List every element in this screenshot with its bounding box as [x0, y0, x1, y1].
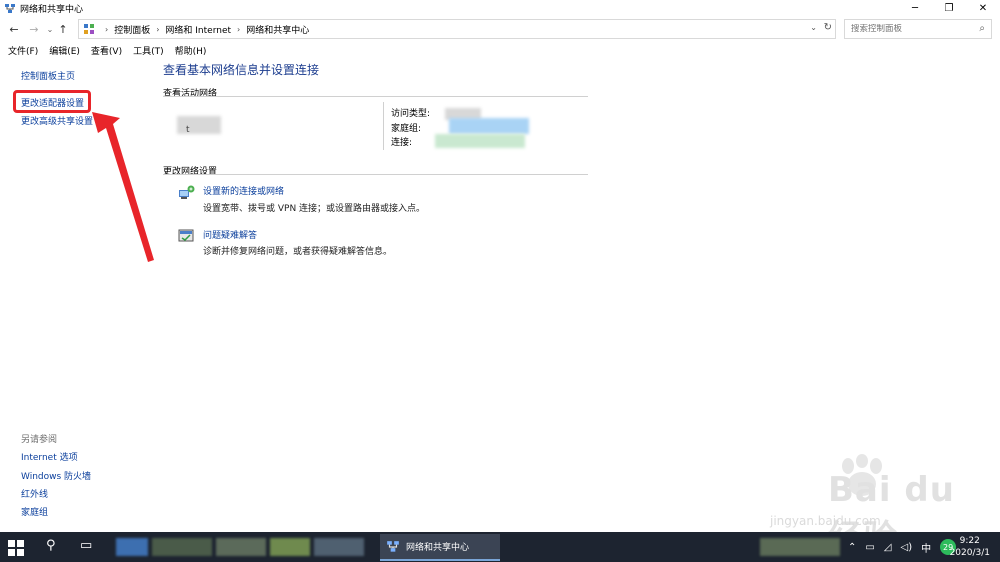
pinned-app-icon[interactable] — [270, 538, 310, 556]
menu-view[interactable]: 查看(V) — [91, 44, 122, 57]
internet-options-link[interactable]: Internet 选项 — [21, 450, 78, 463]
breadcrumb-separator-icon: › — [156, 24, 160, 34]
breadcrumb-control-panel[interactable]: 控制面板 — [114, 23, 150, 36]
windows-start-icon[interactable] — [8, 540, 24, 556]
address-row: ← → ⌄ ↑ › 控制面板 › 网络和 Internet › 网络和共享中心 … — [0, 19, 1000, 39]
change-settings-heading: 更改网络设置 — [163, 167, 218, 177]
address-dropdown-icon[interactable]: ⌄ — [810, 23, 817, 32]
taskbar: ⚲ ▭ 网络和共享中心 ⌃ ▭ ◿ ◁) 中 29 9:22 2020/3/1 — [0, 532, 1000, 562]
menu-edit[interactable]: 编辑(E) — [49, 44, 80, 57]
see-also-heading: 另请参阅 — [21, 435, 58, 445]
divider — [383, 102, 384, 150]
pinned-app-icon[interactable] — [216, 538, 266, 556]
pinned-app-icon[interactable] — [314, 538, 364, 556]
recent-locations-button[interactable]: ⌄ — [44, 19, 56, 39]
volume-icon[interactable]: ◁) — [901, 542, 913, 553]
menu-help[interactable]: 帮助(H) — [175, 44, 207, 57]
breadcrumb-separator-icon: › — [105, 24, 109, 34]
refresh-icon[interactable]: ↻ — [824, 22, 832, 33]
infrared-link[interactable]: 红外线 — [21, 487, 48, 500]
taskbar-active-window[interactable]: 网络和共享中心 — [380, 534, 500, 561]
troubleshoot-icon — [178, 229, 194, 242]
blurred-connection-value — [435, 134, 525, 148]
input-method-icon[interactable]: 中 — [921, 540, 931, 555]
breadcrumb-separator-icon: › — [237, 24, 241, 34]
minimize-button[interactable]: ─ — [898, 0, 932, 17]
pinned-app-icon[interactable] — [116, 538, 148, 556]
troubleshoot-desc: 诊断并修复网络问题，或者获得疑难解答信息。 — [203, 247, 393, 257]
battery-icon[interactable]: ▭ — [865, 542, 874, 553]
watermark-url: jingyan.baidu.com — [770, 514, 881, 528]
homegroup-link[interactable]: 家庭组 — [21, 505, 48, 518]
search-icon[interactable]: ⚲ — [46, 538, 56, 553]
up-button[interactable]: ↑ — [56, 19, 70, 39]
network-center-icon — [5, 3, 15, 13]
clock-time: 9:22 — [959, 536, 980, 546]
network-name: t — [177, 125, 190, 135]
wifi-icon[interactable]: ◿ — [884, 542, 892, 553]
active-networks-heading: 查看活动网络 — [163, 89, 218, 99]
setup-new-connection-link[interactable]: 设置新的连接或网络 — [203, 184, 284, 197]
troubleshoot-link[interactable]: 问题疑难解答 — [203, 228, 257, 241]
window-title: 网络和共享中心 — [20, 5, 84, 15]
search-box[interactable]: ⌕ — [844, 19, 992, 39]
back-button[interactable]: ← — [4, 19, 24, 39]
control-panel-home-link[interactable]: 控制面板主页 — [21, 69, 75, 82]
menu-file[interactable]: 文件(F) — [8, 44, 38, 57]
search-icon[interactable]: ⌕ — [979, 23, 985, 34]
show-hidden-icons-icon[interactable]: ⌃ — [848, 542, 856, 553]
tray-app-icons[interactable] — [760, 538, 840, 556]
network-center-icon — [387, 540, 399, 552]
restore-button[interactable]: ❐ — [932, 0, 966, 17]
taskbar-window-label: 网络和共享中心 — [406, 543, 470, 553]
pinned-app-icon[interactable] — [152, 538, 212, 556]
blurred-homegroup-value — [449, 118, 529, 134]
setup-new-connection-desc: 设置宽带、拨号或 VPN 连接；或设置路由器或接入点。 — [203, 204, 426, 214]
menu-tools[interactable]: 工具(T) — [133, 44, 164, 57]
system-tray: ⌃ ▭ ◿ ◁) 中 29 — [848, 532, 965, 562]
window-controls: ─ ❐ ✕ — [898, 0, 1000, 17]
address-bar[interactable]: › 控制面板 › 网络和 Internet › 网络和共享中心 ⌄ ↻ — [78, 19, 836, 39]
connection-label: 连接: — [391, 138, 413, 148]
control-panel-icon — [84, 24, 94, 34]
close-button[interactable]: ✕ — [966, 0, 1000, 17]
breadcrumb-network-center[interactable]: 网络和共享中心 — [246, 23, 309, 36]
homegroup-label: 家庭组: — [391, 124, 422, 134]
menu-bar: 文件(F) 编辑(E) 查看(V) 工具(T) 帮助(H) — [0, 42, 217, 58]
breadcrumb-network-internet[interactable]: 网络和 Internet — [165, 23, 231, 36]
windows-firewall-link[interactable]: Windows 防火墙 — [21, 469, 91, 482]
title-bar: 网络和共享中心 ─ ❐ ✕ — [0, 0, 1000, 17]
page-title: 查看基本网络信息并设置连接 — [163, 63, 320, 77]
taskbar-clock[interactable]: 9:22 2020/3/1 — [950, 535, 990, 559]
red-arrow-annotation — [92, 112, 154, 262]
forward-button[interactable]: → — [24, 19, 44, 39]
divider — [163, 96, 588, 97]
access-type-label: 访问类型: — [391, 109, 431, 119]
task-view-icon[interactable]: ▭ — [80, 538, 92, 553]
search-input[interactable] — [851, 24, 971, 34]
new-connection-icon — [179, 185, 195, 199]
divider — [163, 174, 588, 175]
baidu-watermark: Bai du 经验 jingyan.baidu.com — [758, 452, 990, 558]
clock-date: 2020/3/1 — [949, 548, 990, 558]
